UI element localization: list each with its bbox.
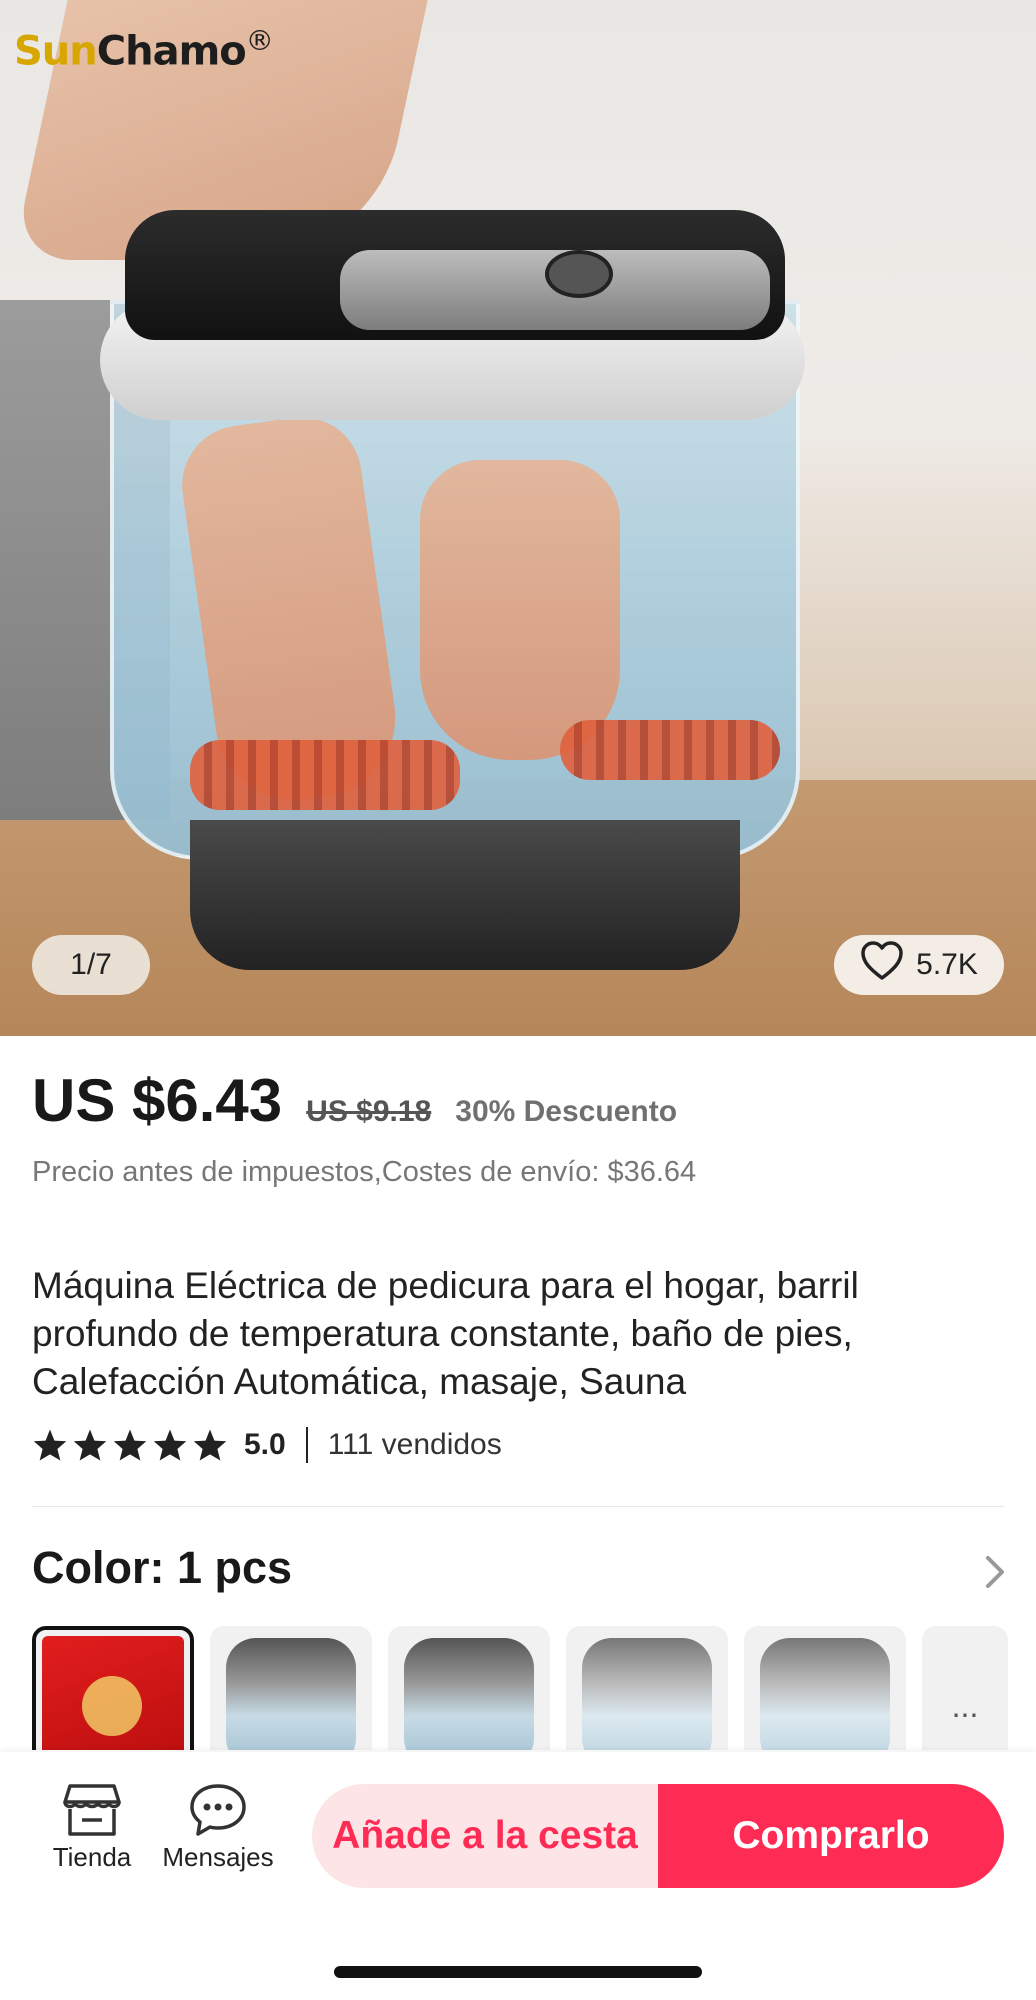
home-indicator[interactable] [334,1966,702,1978]
section-divider [32,1506,1004,1507]
variant-thumbnails: ... [32,1626,1036,1750]
star-icon [113,1429,147,1461]
star-icon [73,1429,107,1461]
variant-thumb-image [226,1638,356,1750]
discount-label: 30% Descuento [455,1095,678,1128]
variant-thumb-image [404,1638,534,1750]
rating-score: 5.0 [244,1428,286,1461]
rating-divider [305,1427,308,1463]
product-title: Máquina Eléctrica de pedicura para el ho… [32,1265,859,1402]
image-base [190,820,740,970]
store-button[interactable]: Tienda [32,1782,152,1873]
price-row: US $6.43 US $9.18 30% Descuento [32,1066,677,1135]
buy-now-button[interactable]: Comprarlo [658,1784,1004,1888]
image-knob [545,250,613,298]
variant-thumb-image [760,1638,890,1750]
star-icon [33,1429,67,1461]
chevron-right-icon[interactable] [980,1552,1010,1592]
brand-logo: SunChamo® [14,24,274,75]
messages-button[interactable]: Mensajes [158,1782,278,1873]
image-pager: 1/7 [32,935,150,995]
store-label: Tienda [52,1842,132,1872]
store-icon [62,1782,122,1838]
chat-bubble-icon [188,1782,248,1838]
current-price: US $6.43 [32,1067,283,1134]
likes-count: 5.7K [916,948,978,981]
add-to-cart-button[interactable]: Añade a la cesta [312,1784,658,1888]
purchase-buttons: Añade a la cesta Comprarlo [312,1784,1004,1888]
star-rating [32,1428,228,1462]
variant-thumb[interactable] [210,1626,372,1750]
variant-thumb-image [582,1638,712,1750]
variant-thumb[interactable] [744,1626,906,1750]
variant-thumb[interactable] [566,1626,728,1750]
original-price: US $9.18 [306,1095,432,1128]
variant-thumb-image [42,1636,184,1750]
variant-thumb-selected[interactable] [32,1626,194,1750]
star-icon [193,1429,227,1461]
variant-more-button[interactable]: ... [922,1626,1008,1750]
variant-label[interactable]: Color: 1 pcs [32,1542,292,1594]
wishlist-button[interactable]: 5.7K [834,935,1004,995]
rating-row[interactable]: 5.0 111 vendidos [32,1422,502,1468]
messages-label: Mensajes [162,1842,274,1872]
variant-thumb[interactable] [388,1626,550,1750]
star-icon [153,1429,187,1461]
image-rollers-left [190,740,460,810]
product-image-gallery[interactable]: SunChamo® 1/7 5.7K [0,0,1036,1036]
image-foot-right [420,460,620,760]
heart-icon [860,941,904,989]
tax-shipping-note: Precio antes de impuestos,Costes de enví… [32,1156,697,1188]
image-rollers-right [560,720,780,780]
sold-count: 111 vendidos [327,1428,502,1461]
